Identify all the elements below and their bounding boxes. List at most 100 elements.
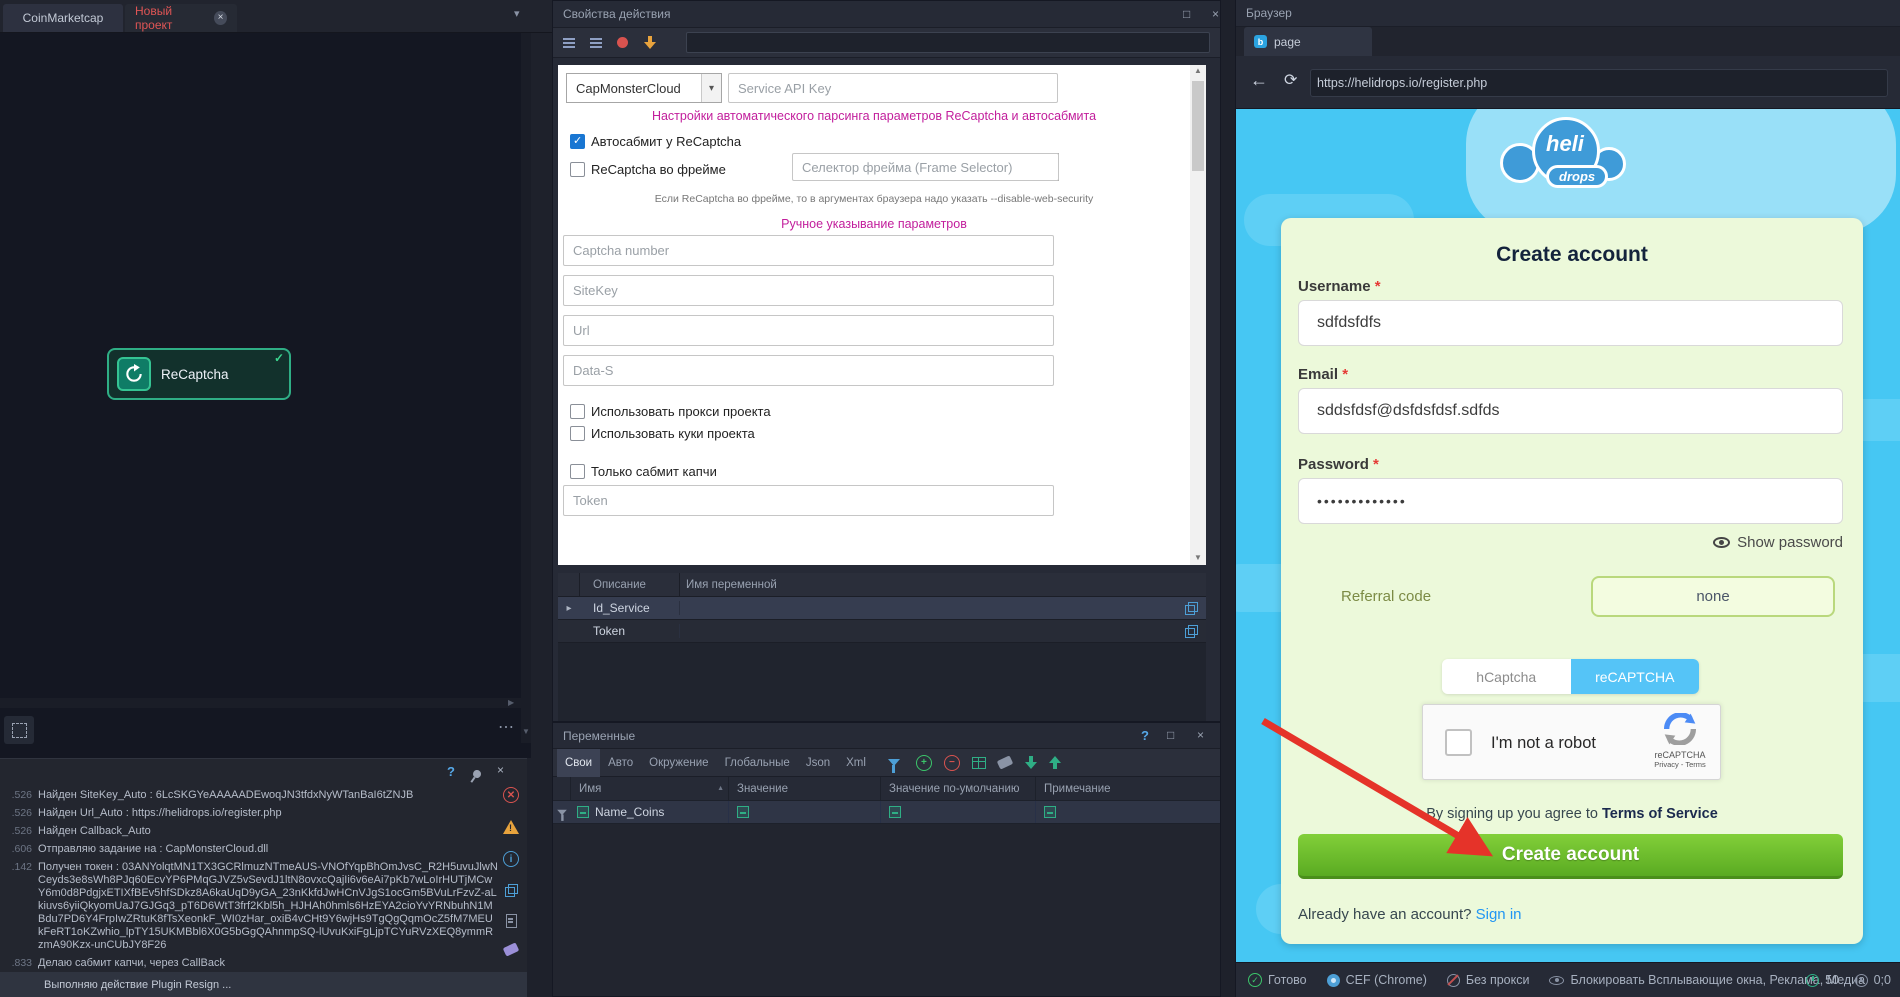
close-icon[interactable]: ×	[1212, 7, 1219, 21]
frame-checkbox-row[interactable]: ReCaptcha во фрейме	[570, 155, 726, 183]
log-entry[interactable]: .526Найден SiteKey_Auto : 6LcSKGYeAAAAAD…	[0, 789, 502, 802]
variable-value-icon[interactable]	[737, 806, 749, 818]
close-icon[interactable]: ×	[497, 763, 504, 777]
sitekey-input[interactable]	[563, 275, 1054, 306]
row-filter-icon[interactable]	[557, 809, 567, 815]
tab-auto[interactable]: Авто	[600, 749, 641, 777]
help-icon[interactable]: ?	[447, 764, 455, 779]
url-input[interactable]	[563, 315, 1054, 346]
column-header[interactable]: Имя▲	[571, 777, 729, 800]
use-proxy-checkbox[interactable]	[570, 404, 585, 419]
scroll-down-icon[interactable]: ▼	[1194, 553, 1202, 562]
tab-environment[interactable]: Окружение	[641, 749, 716, 777]
action-search-input[interactable]	[686, 32, 1210, 53]
tab-hcaptcha[interactable]: hCaptcha	[1442, 659, 1571, 694]
frame-selector-input[interactable]	[792, 153, 1059, 181]
pin-icon[interactable]	[471, 768, 482, 779]
referral-code-box[interactable]: none	[1591, 576, 1835, 617]
tab-global[interactable]: Глобальные	[717, 749, 798, 777]
tab-recaptcha[interactable]: reCAPTCHA	[1571, 659, 1700, 694]
create-account-button[interactable]: Create account	[1298, 834, 1843, 879]
close-icon[interactable]: ×	[214, 11, 227, 25]
copy-icon[interactable]	[1185, 602, 1198, 615]
column-header[interactable]: Примечание	[1036, 777, 1220, 800]
warnings-filter-icon[interactable]	[503, 820, 519, 834]
record-icon[interactable]	[617, 37, 628, 48]
auto-parse-link[interactable]: Настройки автоматического парсинга парам…	[558, 109, 1190, 123]
use-proxy-row[interactable]: Использовать прокси проекта	[570, 401, 771, 421]
add-variable-icon[interactable]: +	[916, 755, 932, 771]
only-submit-checkbox[interactable]	[570, 464, 585, 479]
autosubmit-checkbox-row[interactable]: Автосабмит у ReCaptcha	[570, 127, 741, 155]
status-engine[interactable]: CEF (Chrome)	[1327, 973, 1427, 987]
password-input[interactable]	[1298, 478, 1843, 524]
only-submit-row[interactable]: Только сабмит капчи	[570, 461, 717, 481]
column-header[interactable]: Имя переменной	[680, 573, 1206, 596]
use-cookies-row[interactable]: Использовать куки проекта	[570, 423, 755, 443]
copy-icon[interactable]	[1185, 625, 1198, 638]
log-entry[interactable]: .526Найден Url_Auto : https://helidrops.…	[0, 807, 502, 820]
export-icon[interactable]	[1048, 755, 1062, 770]
recaptcha-checkbox[interactable]	[1445, 729, 1472, 756]
recaptcha-node[interactable]: ReCaptcha ✓	[107, 348, 291, 400]
variable-default-icon[interactable]	[889, 806, 901, 818]
log-current-entry[interactable]: Выполняю действие Plugin Resign ...	[0, 972, 527, 997]
url-input[interactable]	[1310, 69, 1888, 97]
log-entry[interactable]: .142Получен токен : 03ANYolqtMN1TX3GCRlm…	[0, 861, 502, 952]
frame-checkbox[interactable]	[570, 162, 585, 177]
refresh-icon[interactable]: ⟳	[1284, 70, 1297, 90]
signin-link[interactable]: Sign in	[1476, 906, 1522, 923]
tab-new-project[interactable]: Новый проект ×	[125, 4, 237, 32]
clear-variables-icon[interactable]	[997, 755, 1013, 769]
filter-icon[interactable]	[888, 759, 900, 766]
scroll-up-icon[interactable]: ▲	[1194, 66, 1202, 75]
columns-icon[interactable]	[972, 757, 986, 769]
token-input[interactable]	[563, 485, 1054, 516]
manual-params-link[interactable]: Ручное указывание параметров	[558, 217, 1190, 231]
copy-log-icon[interactable]	[505, 884, 518, 897]
column-header[interactable]: Описание	[580, 573, 680, 596]
show-password-toggle[interactable]: Show password	[1713, 534, 1843, 551]
log-entry[interactable]: .526Найден Callback_Auto	[0, 825, 502, 838]
canvas-vscrollbar[interactable]: ▼	[521, 33, 531, 743]
status-proxy[interactable]: Без прокси	[1447, 973, 1530, 987]
more-options-icon[interactable]: ⋯	[498, 717, 514, 737]
variable-note-icon[interactable]	[1044, 806, 1056, 818]
tab-coinmarketcap[interactable]: CoinMarketcap	[3, 4, 123, 32]
username-input[interactable]	[1298, 300, 1843, 346]
log-entry[interactable]: .833Делаю сабмит капчи, через CallBack	[0, 957, 502, 970]
api-key-input[interactable]	[728, 73, 1058, 103]
save-log-icon[interactable]	[506, 914, 517, 928]
email-input[interactable]	[1298, 388, 1843, 434]
action-canvas[interactable]: ReCaptcha ✓ ▼ ▶ ⋯	[0, 33, 531, 758]
maximize-icon[interactable]: □	[1183, 7, 1190, 21]
terms-link[interactable]: Terms of Service	[1602, 806, 1718, 822]
recaptcha-privacy-links[interactable]: Privacy - Terms	[1651, 760, 1709, 769]
data-s-input[interactable]	[563, 355, 1054, 386]
import-icon[interactable]	[1024, 755, 1038, 770]
tab-json[interactable]: Json	[798, 749, 838, 777]
errors-filter-icon[interactable]: ✕	[503, 787, 519, 803]
chevron-down-icon[interactable]: ▾	[514, 7, 520, 20]
remove-variable-icon[interactable]: −	[944, 755, 960, 771]
table-row[interactable]: Token	[558, 620, 1206, 643]
help-icon[interactable]: ?	[1141, 728, 1149, 743]
column-header[interactable]: Значение по-умолчанию	[881, 777, 1036, 800]
scroll-right-icon[interactable]: ▶	[508, 698, 514, 707]
service-select[interactable]: CapMonsterCloud	[566, 73, 722, 103]
maximize-icon[interactable]: □	[1167, 728, 1174, 742]
canvas-hscrollbar[interactable]: ▶	[0, 698, 521, 708]
clear-log-icon[interactable]	[503, 942, 519, 956]
back-icon[interactable]: ←	[1250, 70, 1268, 91]
scroll-down-icon[interactable]: ▼	[522, 727, 530, 736]
scrollbar-thumb[interactable]	[1192, 81, 1204, 171]
tab-own[interactable]: Свои	[557, 749, 600, 777]
browser-tab-page[interactable]: b page	[1244, 27, 1372, 56]
table-row[interactable]: ▸ Id_Service	[558, 597, 1206, 620]
close-icon[interactable]: ×	[1197, 728, 1204, 742]
column-header[interactable]: Значение	[729, 777, 881, 800]
site-logo[interactable]: heli drops	[1494, 115, 1644, 215]
tab-xml[interactable]: Xml	[838, 749, 874, 777]
captcha-number-input[interactable]	[563, 235, 1054, 266]
variable-row[interactable]: Name_Coins	[553, 801, 1220, 824]
